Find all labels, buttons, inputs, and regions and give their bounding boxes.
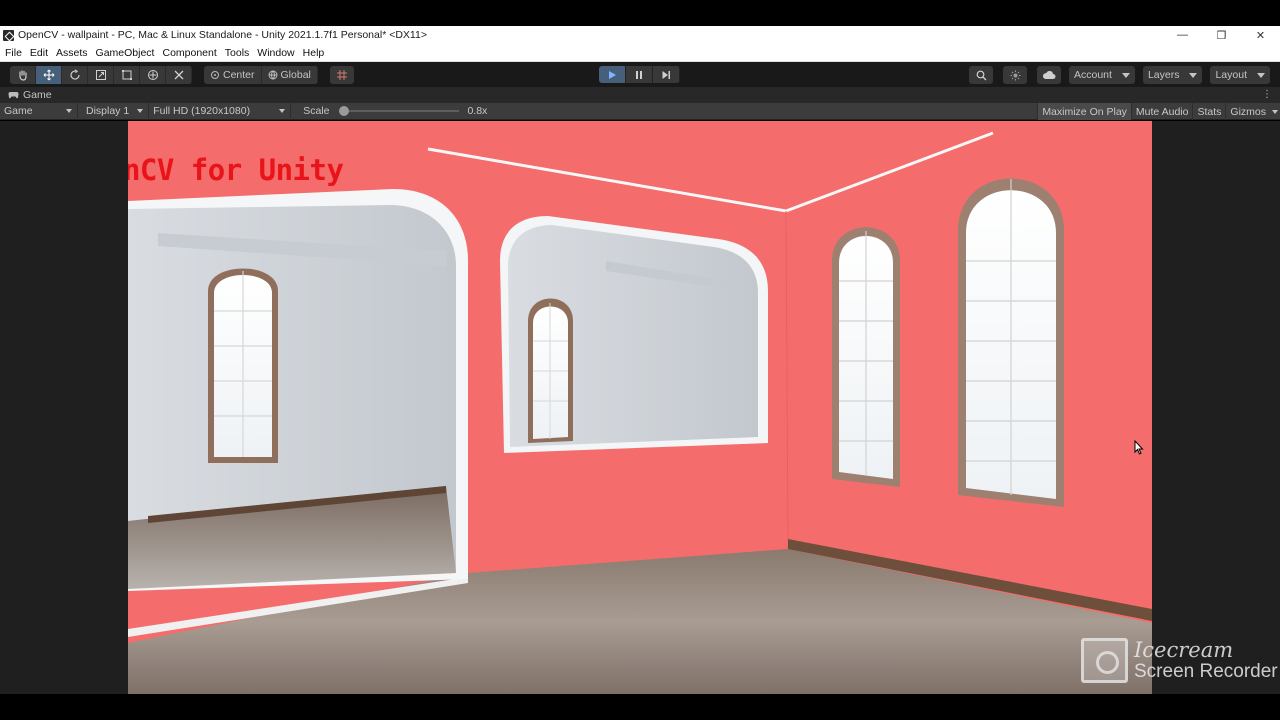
unity-logo-icon [3,29,14,41]
toolbar-right: Account Layers Layout [959,66,1270,84]
step-icon [662,70,670,79]
resolution-dropdown[interactable]: Full HD (1920x1080) [149,102,292,120]
chevron-down-icon [279,109,286,113]
cloud-icon[interactable] [1037,66,1061,84]
pause-icon [636,70,642,79]
menu-assets[interactable]: Assets [53,47,91,59]
stats-toggle[interactable]: Stats [1192,103,1225,120]
game-view-toggles: Maximize On Play Mute Audio Stats Gizmos [1037,103,1280,120]
window-controls: — ❐ ✕ [1163,26,1280,44]
resolution-label: Full HD (1920x1080) [153,105,251,117]
pivot-global-button[interactable]: Global [262,65,318,84]
space-label: Global [280,68,311,81]
menu-component[interactable]: Component [159,47,219,59]
layers-dropdown[interactable]: Layers [1142,66,1203,84]
mute-audio-toggle[interactable]: Mute Audio [1130,103,1193,120]
play-button[interactable] [599,66,626,83]
layout-dropdown[interactable]: Layout [1210,66,1270,84]
display-dropdown[interactable]: Display 1 [78,102,150,120]
scale-control: Scale 0.8x [303,105,487,117]
transform-tools [10,65,192,84]
menu-window[interactable]: Window [254,47,297,59]
menu-edit[interactable]: Edit [27,47,51,59]
letterbox-top [0,0,1280,26]
watermark-brand: Icecream [1134,638,1234,662]
scale-label: Scale [303,105,330,117]
chevron-down-icon [66,109,72,113]
account-dropdown[interactable]: Account [1069,66,1135,84]
menu-tools[interactable]: Tools [222,47,253,59]
view-mode-dropdown[interactable]: Game [0,102,78,120]
account-label: Account [1074,69,1112,81]
camera-logo-icon [1081,638,1128,683]
transform-tool-icon[interactable] [140,65,166,84]
playmode-controls [599,66,680,83]
main-toolbar: Center Global Account Layers Layout [0,62,1280,87]
scale-slider-thumb[interactable] [339,106,350,116]
gizmos-dropdown[interactable]: Gizmos [1225,103,1280,120]
menu-file[interactable]: File [2,47,25,59]
chevron-down-icon [1189,72,1198,78]
game-render-view[interactable]: enCV for Unity [128,121,1152,694]
chevron-down-icon [1121,72,1130,78]
opencv-overlay-text: enCV for Unity [128,153,344,187]
close-button[interactable]: ✕ [1241,26,1280,44]
layers-label: Layers [1147,69,1180,81]
custom-tool-icon[interactable] [166,65,192,84]
restore-button[interactable]: ❐ [1202,26,1241,44]
pause-button[interactable] [626,66,653,83]
services-icon[interactable] [1003,66,1027,84]
kebab-menu-icon[interactable]: ⋮ [1262,89,1272,100]
recorder-watermark: Icecream Screen Recorder [1081,638,1278,683]
hand-tool-icon[interactable] [10,65,36,84]
game-view-bar: Game Display 1 Full HD (1920x1080) Scale… [0,102,1280,120]
rotate-tool-icon[interactable] [62,65,88,84]
globe-icon [268,70,278,79]
search-icon[interactable] [969,66,993,84]
layout-label: Layout [1215,69,1247,81]
chevron-down-icon [1257,72,1265,78]
view-mode-label: Game [4,105,33,117]
grid-snap-icon[interactable] [329,65,354,84]
scale-slider[interactable] [339,106,460,116]
menu-gameobject[interactable]: GameObject [93,47,158,59]
watermark-text: Icecream Screen Recorder [1134,638,1278,682]
tab-game[interactable]: Game [0,89,52,101]
watermark-product: Screen Recorder [1134,661,1278,682]
play-icon [609,70,616,79]
scale-tool-icon[interactable] [88,65,114,84]
maximize-on-play-toggle[interactable]: Maximize On Play [1037,103,1131,120]
pivot-controls: Center Global [204,65,318,84]
pivot-icon [211,70,219,79]
title-bar: OpenCV - wallpaint - PC, Mac & Linux Sta… [0,26,1280,44]
window-title: OpenCV - wallpaint - PC, Mac & Linux Sta… [18,29,427,41]
menu-bar: File Edit Assets GameObject Component To… [0,44,1280,62]
gamepad-icon [8,92,19,99]
chevron-down-icon [137,109,144,113]
game-tab-bar: Game ⋮ [0,87,1280,103]
minimize-button[interactable]: — [1163,26,1202,44]
mouse-cursor-icon [1134,440,1144,455]
step-button[interactable] [653,66,680,83]
chevron-down-icon [1272,109,1278,114]
display-label: Display 1 [86,105,130,117]
scale-value: 0.8x [467,105,488,117]
move-tool-icon[interactable] [36,65,62,84]
rect-tool-icon[interactable] [114,65,140,84]
room-scene [128,121,1152,694]
letterbox-bottom [0,694,1280,720]
gizmos-label: Gizmos [1230,105,1266,118]
menu-help[interactable]: Help [300,47,328,59]
tab-game-label: Game [23,89,52,101]
pivot-center-button[interactable]: Center [204,65,262,84]
pivot-label: Center [223,68,255,81]
